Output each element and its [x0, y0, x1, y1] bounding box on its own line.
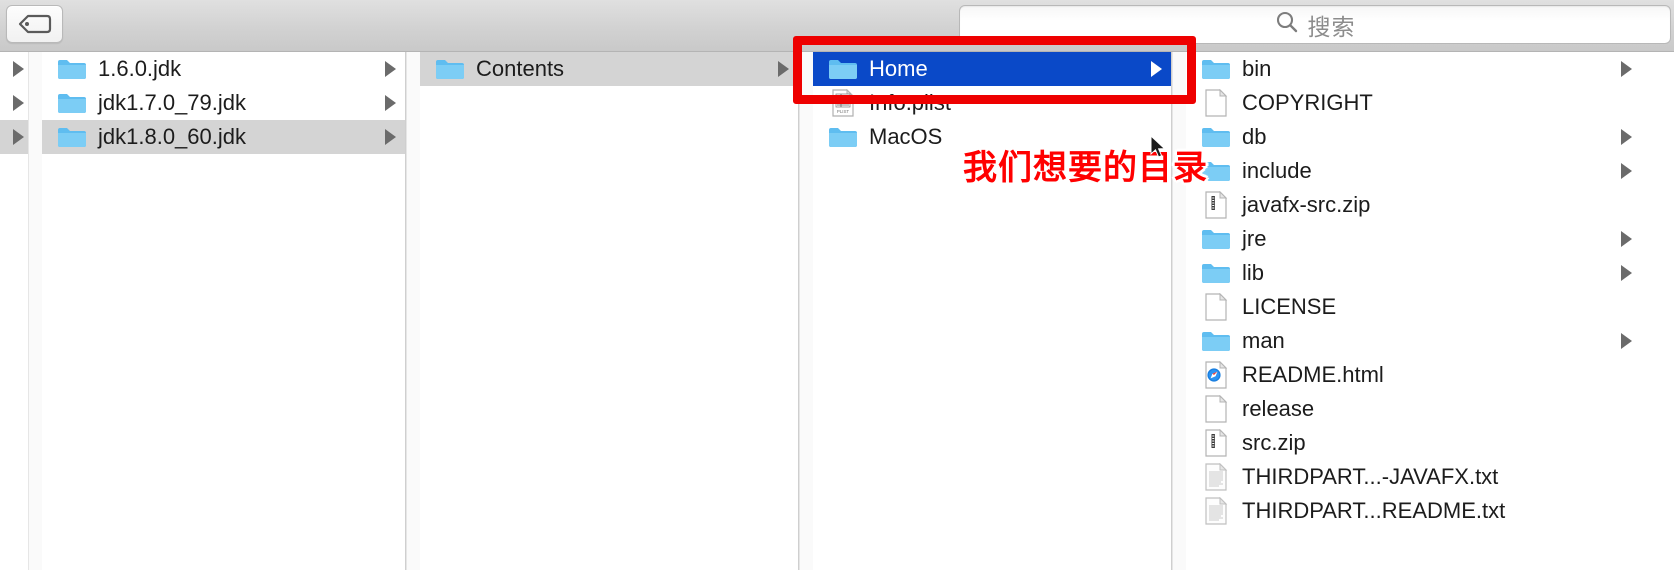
- list-item[interactable]: Home: [813, 52, 1171, 86]
- chevron-right-icon: [385, 95, 396, 111]
- folder-icon: [1200, 328, 1232, 354]
- list-item-label: man: [1242, 328, 1285, 353]
- folder-icon: [1200, 226, 1232, 252]
- folder-icon: [56, 90, 88, 116]
- folder-icon: [1200, 56, 1232, 82]
- toolbar: 搜索: [0, 0, 1674, 52]
- list-item[interactable]: COPYRIGHT: [1186, 86, 1641, 120]
- finder-window: 搜索 1.6.0.jdk jdk1.7.0_79.jdk jdk1.8.0_60…: [0, 0, 1674, 570]
- list-item[interactable]: [0, 52, 28, 86]
- list-item-label: 1.6.0.jdk: [98, 56, 182, 81]
- chevron-right-icon: [13, 61, 24, 77]
- folder-icon: [434, 56, 466, 82]
- list-item[interactable]: include: [1186, 154, 1641, 188]
- list-item[interactable]: [0, 86, 28, 120]
- safari-html-icon: [1200, 361, 1232, 389]
- list-item-label: Home: [869, 56, 928, 81]
- list-item[interactable]: src.zip: [1186, 426, 1641, 460]
- chevron-right-icon: [1621, 231, 1632, 247]
- list-item-label: COPYRIGHT: [1242, 90, 1373, 115]
- list-item[interactable]: [0, 120, 28, 154]
- chevron-right-icon: [1621, 61, 1632, 77]
- column-jdks[interactable]: 1.6.0.jdk jdk1.7.0_79.jdk jdk1.8.0_60.jd…: [42, 52, 405, 570]
- list-item[interactable]: jdk1.8.0_60.jdk: [42, 120, 405, 154]
- column-contents[interactable]: Home PLIST Info.plist MacOS: [813, 52, 1171, 570]
- list-item[interactable]: jdk1.7.0_79.jdk: [42, 86, 405, 120]
- list-item-label: lib: [1242, 260, 1265, 285]
- column-browser: 1.6.0.jdk jdk1.7.0_79.jdk jdk1.8.0_60.jd…: [0, 52, 1674, 570]
- list-item-label: jre: [1242, 226, 1267, 251]
- chevron-right-icon: [1621, 265, 1632, 281]
- chevron-right-icon: [1621, 333, 1632, 349]
- chevron-right-icon: [778, 61, 789, 77]
- column-bundle[interactable]: Contents: [420, 52, 798, 570]
- list-item-label: release: [1242, 396, 1315, 421]
- arrow-cursor: [1150, 134, 1168, 166]
- column-scrollbar[interactable]: [799, 52, 813, 570]
- list-item-label: THIRDPART...-JAVAFX.txt: [1242, 464, 1499, 489]
- folder-icon: [1200, 260, 1232, 286]
- list-item[interactable]: Contents: [420, 52, 798, 86]
- search-icon: [1275, 10, 1299, 39]
- chevron-right-icon: [1151, 61, 1162, 77]
- list-item[interactable]: jre: [1186, 222, 1641, 256]
- document-icon: [1200, 89, 1232, 117]
- list-item-label: Info.plist: [869, 90, 951, 115]
- text-file-icon: [1200, 463, 1232, 491]
- chevron-right-icon: [1621, 163, 1632, 179]
- list-item-label: db: [1242, 124, 1267, 149]
- list-item[interactable]: 1.6.0.jdk: [42, 52, 405, 86]
- column-scrollbar[interactable]: [406, 52, 420, 570]
- column-partial-left[interactable]: [0, 52, 28, 570]
- svg-text:PLIST: PLIST: [837, 109, 850, 114]
- list-item-label: jdk1.8.0_60.jdk: [98, 124, 246, 149]
- list-item-label: bin: [1242, 56, 1272, 81]
- folder-icon: [827, 124, 859, 150]
- tag-icon: [18, 14, 52, 34]
- list-item[interactable]: db: [1186, 120, 1641, 154]
- folder-icon: [56, 56, 88, 82]
- folder-icon: [827, 56, 859, 82]
- column-scrollbar[interactable]: [28, 52, 42, 570]
- list-item-label: README.html: [1242, 362, 1384, 387]
- list-item[interactable]: javafx-src.zip: [1186, 188, 1641, 222]
- list-item[interactable]: release: [1186, 392, 1641, 426]
- list-item-label: LICENSE: [1242, 294, 1337, 319]
- list-item-label: MacOS: [869, 124, 943, 149]
- list-item[interactable]: README.html: [1186, 358, 1641, 392]
- list-item[interactable]: bin: [1186, 52, 1641, 86]
- list-item-label: include: [1242, 158, 1312, 183]
- plist-file-icon: PLIST: [827, 89, 859, 117]
- search-placeholder: 搜索: [1307, 14, 1356, 41]
- text-file-icon: [1200, 497, 1232, 525]
- list-item[interactable]: PLIST Info.plist: [813, 86, 1171, 120]
- zip-file-icon: [1200, 429, 1232, 457]
- document-icon: [1200, 395, 1232, 423]
- list-item[interactable]: lib: [1186, 256, 1641, 290]
- list-item[interactable]: THIRDPART...README.txt: [1186, 494, 1641, 528]
- column-home[interactable]: bin COPYRIGHT db include javafx-src.zip …: [1186, 52, 1641, 570]
- list-item-label: Contents: [476, 56, 565, 81]
- chevron-right-icon: [385, 61, 396, 77]
- column-scrollbar[interactable]: [1172, 52, 1186, 570]
- chevron-right-icon: [13, 129, 24, 145]
- search-field[interactable]: 搜索: [959, 5, 1671, 44]
- list-item-label: src.zip: [1242, 430, 1306, 455]
- folder-icon: [56, 124, 88, 150]
- list-item-label: javafx-src.zip: [1242, 192, 1371, 217]
- tags-button[interactable]: [6, 5, 63, 43]
- zip-file-icon: [1200, 191, 1232, 219]
- list-item-label: THIRDPART...README.txt: [1242, 498, 1506, 523]
- list-item[interactable]: LICENSE: [1186, 290, 1641, 324]
- chevron-right-icon: [13, 95, 24, 111]
- annotation-note: 我们想要的目录: [963, 148, 1208, 188]
- list-item-label: jdk1.7.0_79.jdk: [98, 90, 246, 115]
- chevron-right-icon: [1621, 129, 1632, 145]
- list-item[interactable]: THIRDPART...-JAVAFX.txt: [1186, 460, 1641, 494]
- chevron-right-icon: [385, 129, 396, 145]
- list-item[interactable]: man: [1186, 324, 1641, 358]
- document-icon: [1200, 293, 1232, 321]
